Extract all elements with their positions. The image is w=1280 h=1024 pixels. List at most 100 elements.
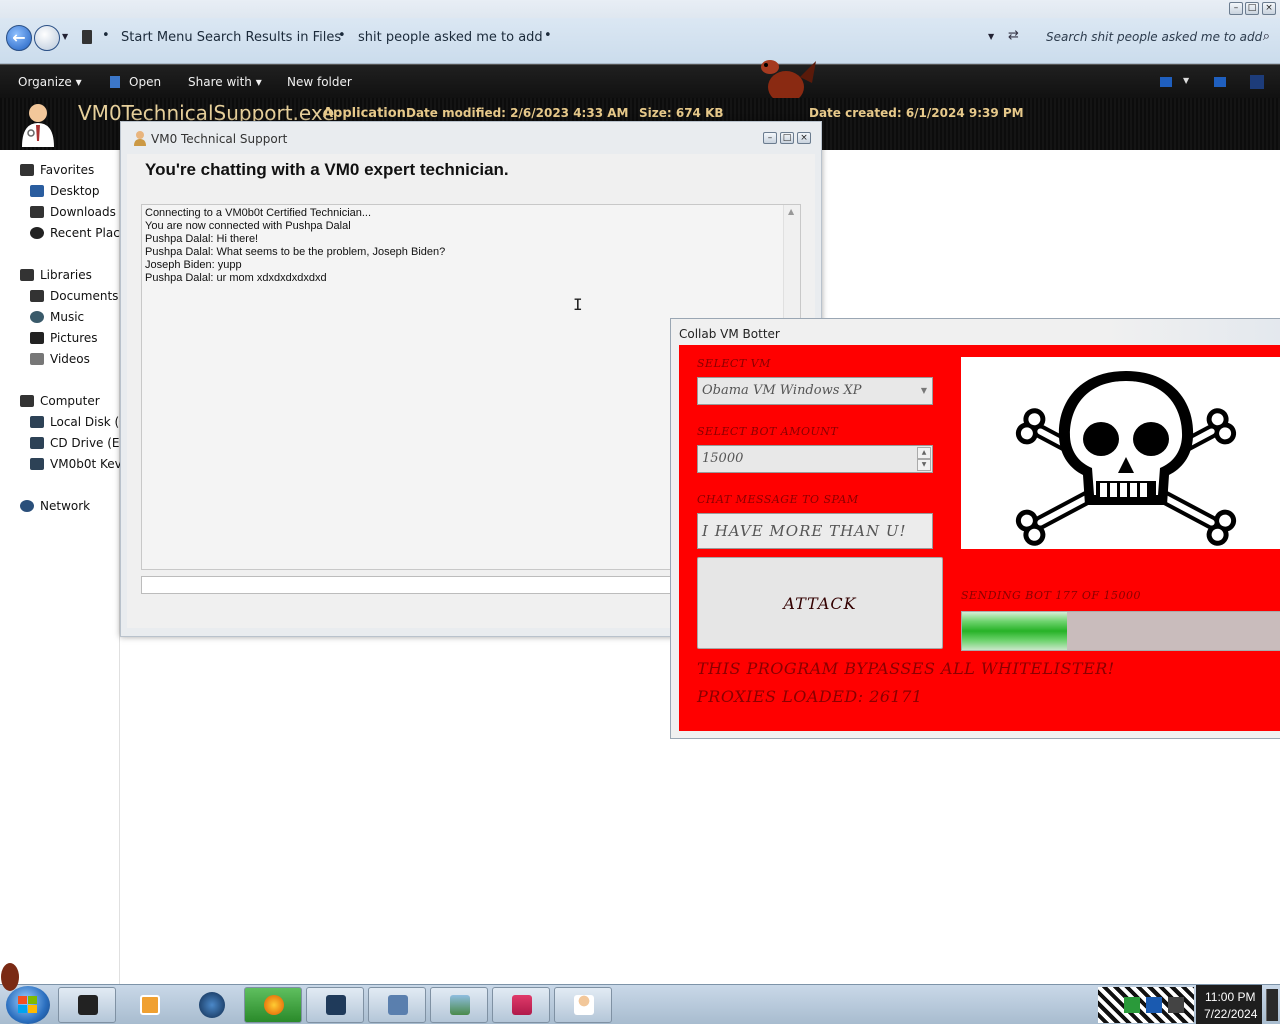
start-orb[interactable] (6, 986, 50, 1024)
explorer-title-strip: – □ × (0, 0, 1280, 18)
nav-libraries[interactable]: Libraries (20, 268, 92, 282)
tray-app-icon[interactable] (1124, 997, 1140, 1013)
attack-button[interactable]: ATTACK (697, 557, 943, 649)
nav-favorites[interactable]: Favorites (20, 163, 94, 177)
recent-places-icon (30, 227, 44, 239)
star-icon (20, 164, 34, 176)
technician-file-icon (22, 104, 54, 147)
dropdown-arrow-icon[interactable]: ▼ (921, 386, 927, 395)
nav-downloads[interactable]: Downloads (30, 205, 116, 219)
forward-button[interactable] (34, 25, 60, 51)
file-size: Size: 674 KB (639, 106, 724, 120)
organize-button[interactable]: Organize ▾ (18, 75, 82, 89)
taskbar-globe[interactable] (182, 987, 240, 1023)
minimize-button[interactable]: – (1229, 2, 1243, 15)
botter-window-title: Collab VM Botter (679, 327, 780, 341)
taskbar-paint[interactable] (492, 987, 550, 1023)
view-dropdown-icon[interactable]: ▼ (1183, 76, 1189, 85)
chat-message: Pushpa Dalal: ur mom xdxdxdxdxdxd (145, 272, 327, 284)
stepper-up-icon[interactable]: ▲ (917, 447, 931, 459)
new-folder-button[interactable]: New folder (287, 75, 352, 89)
monitor-icon (326, 995, 346, 1015)
taskbar-monitor[interactable] (306, 987, 364, 1023)
open-button[interactable]: Open (129, 75, 161, 89)
nav-vm-drive[interactable]: VM0b0t Kevin (30, 457, 133, 471)
taskbar-media-player[interactable] (120, 987, 178, 1023)
nav-label: Documents (50, 289, 119, 303)
downloads-icon (30, 206, 44, 218)
preview-pane-icon[interactable] (1214, 77, 1226, 87)
chat-message: Joseph Biden: yupp (145, 259, 242, 271)
firefox-icon (264, 995, 284, 1015)
proxies-loaded: PROXIES LOADED: 26171 (697, 687, 923, 706)
nav-recent-places[interactable]: Recent Places (30, 226, 133, 240)
clock-date: 7/22/2024 (1204, 1007, 1258, 1021)
breadcrumb-separator: • (102, 28, 110, 43)
taskbar-firefox[interactable] (244, 987, 302, 1023)
terminal-icon (78, 995, 98, 1015)
command-bar: Organize ▾ Open Share with ▾ New folder … (0, 60, 1280, 110)
breadcrumb-item[interactable]: Start Menu Search Results in Files (121, 30, 341, 45)
videos-icon (30, 353, 44, 365)
chat-close-button[interactable]: × (797, 132, 811, 144)
nav-pictures[interactable]: Pictures (30, 331, 98, 345)
close-button[interactable]: × (1262, 2, 1276, 15)
technician-app-icon (134, 131, 146, 146)
windows-logo-icon (18, 996, 37, 1013)
nav-label: Computer (40, 394, 100, 408)
nav-documents[interactable]: Documents (30, 289, 118, 303)
bot-amount-stepper[interactable]: 15000 ▲ ▼ (697, 445, 933, 473)
history-dropdown-icon[interactable]: ▼ (62, 32, 68, 41)
tray-network-icon[interactable] (1146, 997, 1162, 1013)
address-dropdown-icon[interactable]: ▼ (988, 32, 994, 41)
nav-label: Downloads (50, 205, 116, 219)
share-with-button[interactable]: Share with ▾ (188, 75, 262, 89)
bot-amount-label: SELECT BOT AMOUNT (697, 425, 839, 438)
maximize-button[interactable]: □ (1245, 2, 1259, 15)
taskbar-picture-viewer[interactable] (430, 987, 488, 1023)
system-tray[interactable] (1098, 987, 1194, 1023)
scroll-up-icon[interactable]: ▲ (788, 207, 794, 216)
paint-icon (512, 995, 532, 1015)
nav-music[interactable]: Music (30, 310, 84, 324)
chat-message: Pushpa Dalal: Hi there! (145, 233, 259, 245)
sending-status: SENDING BOT 177 OF 15000 (961, 589, 1142, 602)
stepper-down-icon[interactable]: ▼ (917, 459, 931, 471)
globe-icon (199, 992, 225, 1018)
tray-volume-icon[interactable] (1168, 997, 1184, 1013)
taskbar-technician[interactable] (554, 987, 612, 1023)
view-options-icon[interactable] (1160, 77, 1172, 87)
select-vm-dropdown[interactable]: Obama VM Windows XP ▼ (697, 377, 933, 405)
nav-videos[interactable]: Videos (30, 352, 90, 366)
nav-label: Favorites (40, 163, 95, 177)
date-created: Date created: 6/1/2024 9:39 PM (809, 106, 1024, 120)
media-player-icon (140, 995, 160, 1015)
share-with-label: Share with (188, 75, 252, 89)
nav-cd-drive[interactable]: CD Drive (E:) (30, 436, 128, 450)
chat-titlebar[interactable]: VM0 Technical Support – □ × (121, 122, 821, 154)
network-drive-icon (30, 458, 44, 470)
chat-minimize-button[interactable]: – (763, 132, 777, 144)
back-button[interactable]: ← (6, 25, 32, 51)
breadcrumb-item[interactable]: shit people asked me to add (358, 30, 543, 45)
chat-maximize-button[interactable]: □ (780, 132, 794, 144)
chat-message: You are now connected with Pushpa Dalal (145, 220, 351, 232)
file-type: Application (323, 106, 406, 121)
nav-computer[interactable]: Computer (20, 394, 100, 408)
taskbar-keyboard[interactable] (368, 987, 426, 1023)
bot-progress-fill (962, 612, 1067, 650)
show-desktop-button[interactable] (1266, 989, 1278, 1021)
search-icon[interactable]: ⌕ (1263, 29, 1270, 44)
search-input[interactable]: Search shit people asked me to add ⌕ (1038, 27, 1274, 49)
nav-desktop[interactable]: Desktop (30, 184, 100, 198)
spam-message-input[interactable]: I HAVE MORE THAN U! (697, 513, 933, 549)
help-icon[interactable] (1250, 75, 1264, 89)
nav-network[interactable]: Network (20, 499, 90, 513)
refresh-icon[interactable]: ⇄ (1008, 28, 1019, 43)
botter-titlebar[interactable]: Collab VM Botter (671, 319, 1280, 345)
cd-drive-icon (30, 437, 44, 449)
taskbar-terminal[interactable] (58, 987, 116, 1023)
chat-message: Connecting to a VM0b0t Certified Technic… (145, 207, 372, 219)
breadcrumb-separator: • (544, 28, 552, 43)
chat-message-input[interactable] (141, 576, 681, 594)
